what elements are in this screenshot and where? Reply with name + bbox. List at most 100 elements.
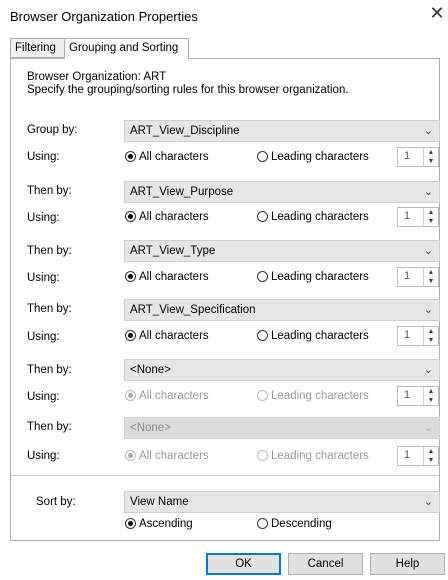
- radio-selected-icon: [125, 450, 136, 461]
- all-characters-radio[interactable]: All characters: [125, 269, 209, 285]
- radio-label: All characters: [139, 211, 209, 223]
- ok-button[interactable]: OK: [206, 553, 281, 575]
- spinner-arrows-icon[interactable]: ▲ ▼: [423, 387, 438, 405]
- instructions-text: Specify the grouping/sorting rules for t…: [27, 84, 349, 96]
- sort-by-label: Sort by:: [36, 496, 76, 508]
- spinner-arrows-icon[interactable]: ▲ ▼: [423, 268, 438, 286]
- leading-characters-radio[interactable]: Leading characters: [257, 209, 369, 225]
- radio-label: Leading characters: [271, 151, 369, 163]
- radio-unselected-icon: [257, 271, 268, 282]
- spinner-arrows-icon[interactable]: ▲ ▼: [423, 327, 438, 345]
- help-button[interactable]: Help: [370, 553, 445, 575]
- then-by-dropdown-3[interactable]: ART_View_Specification ⌄: [124, 299, 440, 321]
- dropdown-value: <None>: [130, 422, 171, 434]
- group-by-dropdown[interactable]: ART_View_Discipline ⌄: [124, 120, 440, 142]
- spinner-value: 1: [404, 389, 411, 401]
- dropdown-value: ART_View_Discipline: [130, 125, 240, 137]
- section-divider: [11, 475, 439, 476]
- spinner-value: 1: [404, 329, 411, 341]
- radio-unselected-icon: [257, 518, 268, 529]
- leading-count-spinner[interactable]: 1 ▲ ▼: [397, 326, 439, 346]
- spinner-value: 1: [404, 270, 411, 282]
- chevron-down-icon: ⌄: [423, 364, 433, 376]
- radio-label: All characters: [139, 450, 209, 462]
- radio-label: Ascending: [139, 518, 193, 530]
- leading-characters-radio[interactable]: Leading characters: [257, 328, 369, 344]
- radio-label: Leading characters: [271, 330, 369, 342]
- using-label: Using:: [27, 331, 60, 343]
- group-by-label: Group by:: [27, 124, 78, 136]
- using-label: Using:: [27, 272, 60, 284]
- leading-characters-radio[interactable]: Leading characters: [257, 269, 369, 285]
- radio-unselected-icon: [257, 450, 268, 461]
- all-characters-radio[interactable]: All characters: [125, 209, 209, 225]
- all-characters-radio: All characters: [125, 448, 209, 464]
- then-by-dropdown-1[interactable]: ART_View_Purpose ⌄: [124, 181, 440, 203]
- radio-selected-icon: [125, 518, 136, 529]
- organization-name: Browser Organization: ART: [27, 71, 167, 83]
- ascending-radio[interactable]: Ascending: [125, 516, 193, 532]
- radio-label: All characters: [139, 330, 209, 342]
- then-by-dropdown-4[interactable]: <None> ⌄: [124, 359, 440, 381]
- then-by-dropdown-5: <None> ⌄: [124, 417, 440, 439]
- radio-label: All characters: [139, 151, 209, 163]
- dropdown-value: ART_View_Purpose: [130, 186, 234, 198]
- spinner-arrows-icon[interactable]: ▲ ▼: [423, 208, 438, 226]
- all-characters-radio: All characters: [125, 388, 209, 404]
- radio-unselected-icon: [257, 151, 268, 162]
- radio-label: All characters: [139, 390, 209, 402]
- radio-selected-icon: [125, 390, 136, 401]
- then-by-label: Then by:: [27, 303, 72, 315]
- spinner-arrows-icon[interactable]: ▲ ▼: [423, 447, 438, 465]
- then-by-label: Then by:: [27, 421, 72, 433]
- dropdown-value: <None>: [130, 364, 171, 376]
- chevron-down-icon: ⌄: [423, 304, 433, 316]
- radio-selected-icon: [125, 330, 136, 341]
- using-label: Using:: [27, 450, 60, 462]
- chevron-down-icon: ⌄: [423, 186, 433, 198]
- chevron-down-icon: ⌄: [423, 125, 433, 137]
- then-by-label: Then by:: [27, 364, 72, 376]
- leading-count-spinner[interactable]: 1 ▲ ▼: [397, 386, 439, 406]
- spinner-value: 1: [404, 449, 411, 461]
- radio-label: Leading characters: [271, 390, 369, 402]
- leading-characters-radio: Leading characters: [257, 448, 369, 464]
- leading-count-spinner[interactable]: 1 ▲ ▼: [397, 446, 439, 466]
- tab-strip: Filtering Grouping and Sorting: [10, 38, 438, 59]
- dialog-title: Browser Organization Properties: [10, 9, 198, 24]
- all-characters-radio[interactable]: All characters: [125, 149, 209, 165]
- radio-selected-icon: [125, 151, 136, 162]
- leading-characters-radio[interactable]: Leading characters: [257, 149, 369, 165]
- then-by-label: Then by:: [27, 245, 72, 257]
- then-by-label: Then by:: [27, 185, 72, 197]
- using-label: Using:: [27, 212, 60, 224]
- then-by-dropdown-2[interactable]: ART_View_Type ⌄: [124, 240, 440, 262]
- using-label: Using:: [27, 151, 60, 163]
- close-icon[interactable]: ✕: [428, 4, 446, 22]
- leading-count-spinner[interactable]: 1 ▲ ▼: [397, 147, 439, 167]
- cancel-button[interactable]: Cancel: [288, 553, 363, 575]
- radio-label: Leading characters: [271, 211, 369, 223]
- all-characters-radio[interactable]: All characters: [125, 328, 209, 344]
- radio-label: Leading characters: [271, 450, 369, 462]
- leading-count-spinner[interactable]: 1 ▲ ▼: [397, 267, 439, 287]
- chevron-down-icon: ⌄: [423, 422, 433, 434]
- chevron-down-icon: ⌄: [423, 496, 433, 508]
- tab-grouping-and-sorting[interactable]: Grouping and Sorting: [64, 38, 189, 59]
- radio-label: All characters: [139, 271, 209, 283]
- chevron-down-icon: ⌄: [423, 245, 433, 257]
- dropdown-value: ART_View_Type: [130, 245, 216, 257]
- leading-count-spinner[interactable]: 1 ▲ ▼: [397, 207, 439, 227]
- dropdown-value: View Name: [130, 496, 189, 508]
- tab-filtering[interactable]: Filtering: [10, 38, 65, 58]
- spinner-arrows-icon[interactable]: ▲ ▼: [423, 148, 438, 166]
- dropdown-value: ART_View_Specification: [130, 304, 256, 316]
- spinner-value: 1: [404, 150, 411, 162]
- descending-radio[interactable]: Descending: [257, 516, 332, 532]
- spinner-value: 1: [404, 210, 411, 222]
- radio-selected-icon: [125, 211, 136, 222]
- leading-characters-radio: Leading characters: [257, 388, 369, 404]
- sort-by-dropdown[interactable]: View Name ⌄: [124, 491, 440, 513]
- radio-unselected-icon: [257, 211, 268, 222]
- radio-unselected-icon: [257, 330, 268, 341]
